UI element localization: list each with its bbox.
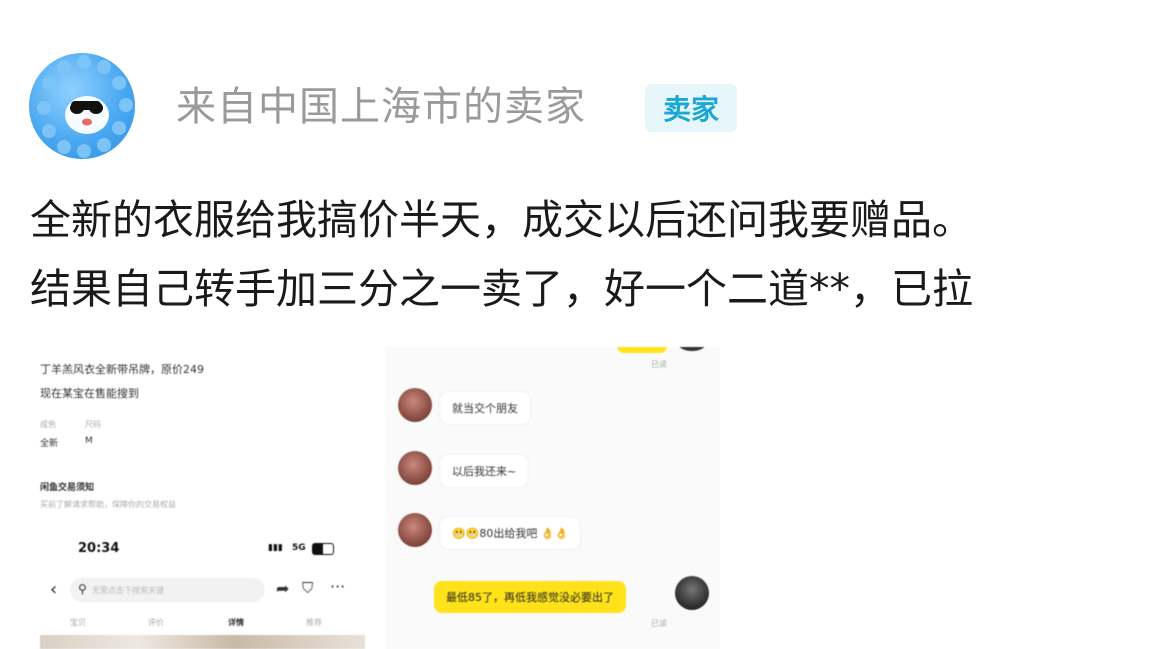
search-icon: ⚲ <box>78 582 87 596</box>
self-avatar[interactable] <box>675 576 709 610</box>
search-placeholder: 无需点击下搜索关键 <box>92 586 164 595</box>
chat-screenshot[interactable]: 已读 就当交个朋友 以后我还来~ 😬😬80出给我吧 👌👌 最低85了，再低我感觉… <box>385 347 720 649</box>
buyer-avatar[interactable] <box>398 451 432 485</box>
tab-item-active[interactable]: 详情 <box>228 617 244 628</box>
pufferfish-icon <box>37 55 133 158</box>
attr-label: 尺码 <box>85 420 101 429</box>
listing-tabs: 宝贝 评价 详情 推荐 <box>30 615 375 631</box>
buyer-avatar[interactable] <box>398 513 432 547</box>
more-icon[interactable]: ··· <box>330 577 345 596</box>
notice-text: 买前了解请求帮助，保障你的交易权益 <box>40 500 176 509</box>
seller-badge: 卖家 <box>645 84 737 132</box>
read-status: 已读 <box>651 619 667 628</box>
chat-message: 😬😬80出给我吧 👌👌 <box>440 517 581 549</box>
chat-message: 就当交个朋友 <box>440 392 530 424</box>
back-icon[interactable]: ‹ <box>50 579 57 600</box>
network-label: 5G <box>292 543 306 553</box>
post-text-line: 全新的衣服给我搞价半天，成交以后还问我要赠品。 <box>30 196 973 244</box>
previous-bubble <box>617 347 667 353</box>
share-icon[interactable]: ➦ <box>276 579 289 598</box>
attr-value: 全新 <box>40 439 59 449</box>
notice-title: 闲鱼交易须知 <box>40 483 95 493</box>
tab-item[interactable]: 推荐 <box>306 617 322 628</box>
product-image <box>40 635 365 649</box>
read-status: 已读 <box>651 360 667 369</box>
attr-label: 成色 <box>40 420 56 429</box>
chat-message: 以后我还来~ <box>440 455 529 487</box>
battery-icon <box>312 543 334 555</box>
chat-message-self: 最低85了，再低我感觉没必要出了 <box>434 581 626 613</box>
seller-avatar[interactable] <box>29 53 135 159</box>
attr-value: M <box>85 436 93 446</box>
nav-bar: ‹ ⚲ 无需点击下搜索关键 ➦ ⛉ ··· <box>30 573 375 609</box>
buyer-avatar[interactable] <box>398 388 432 422</box>
seller-location-name: 来自中国上海市的卖家 <box>176 84 586 130</box>
listing-title: 丁羊羔风衣全新带吊牌，原价249 <box>40 363 204 376</box>
search-input[interactable]: ⚲ 无需点击下搜索关键 <box>70 578 265 602</box>
post-text-line: 结果自己转手加三分之一卖了，好一个二道**，已拉 <box>30 265 973 313</box>
cart-icon[interactable]: ⛉ <box>302 579 313 597</box>
listing-screenshot[interactable]: 丁羊羔风衣全新带吊牌，原价249 现在某宝在售能搜到 成色 尺码 全新 M 闲鱼… <box>30 347 375 649</box>
status-bar: 20:34 ▮▮▮ 5G <box>30 533 375 563</box>
self-avatar <box>677 347 707 351</box>
tab-item[interactable]: 评价 <box>148 617 164 628</box>
signal-icon: ▮▮▮ <box>268 543 283 553</box>
tab-item[interactable]: 宝贝 <box>70 617 86 628</box>
listing-subtitle: 现在某宝在售能搜到 <box>40 387 139 400</box>
status-time: 20:34 <box>78 541 120 556</box>
